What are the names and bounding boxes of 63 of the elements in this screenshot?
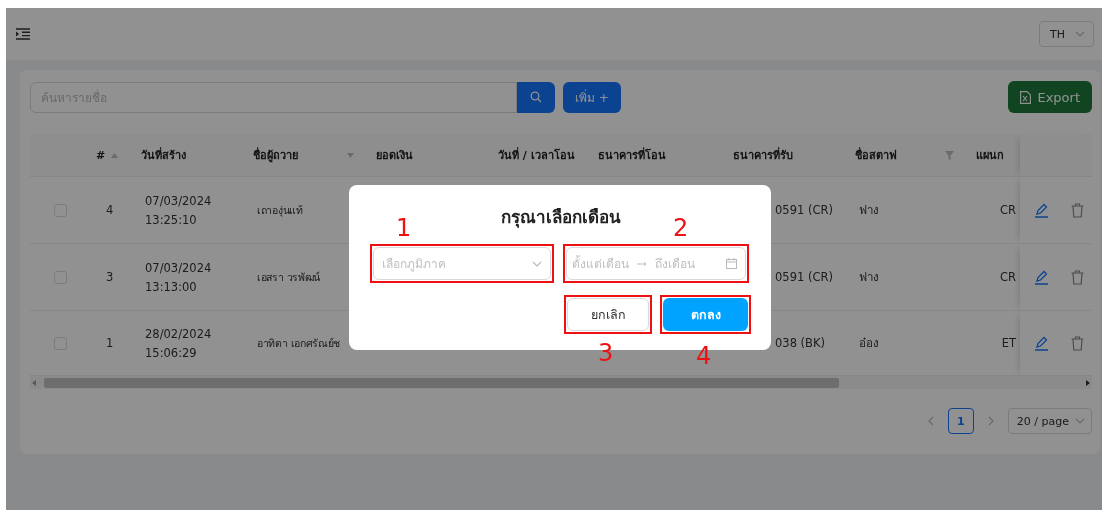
filter-icon[interactable] <box>945 150 954 160</box>
cancel-button[interactable]: ยกเลิก <box>567 298 649 331</box>
table-cell: 07/03/2024 13:13:00 <box>145 260 212 294</box>
next-page-icon[interactable] <box>987 416 994 426</box>
column-header: ธนาคารที่โอน <box>598 146 666 164</box>
table-cell-text: ฟาง <box>859 202 879 219</box>
language-select[interactable]: TH <box>1039 21 1094 47</box>
table-cell: 28/02/2024 15:06:29 <box>145 326 212 360</box>
table-cell: CR <box>999 203 1016 217</box>
ok-button[interactable]: ตกลง <box>663 298 748 331</box>
column-header: ชื่อผู้ถวาย <box>253 146 298 164</box>
edit-icon[interactable] <box>1034 269 1049 285</box>
annotation-number: 1 <box>396 216 412 240</box>
column-header: แผนก <box>976 148 1004 164</box>
table-cell-text: เอสรา วรพัฒน์ <box>257 269 321 285</box>
horizontal-scrollbar[interactable] <box>30 376 1092 389</box>
sort-descending-icon[interactable] <box>347 152 354 158</box>
scroll-right-icon[interactable] <box>1086 379 1090 386</box>
month-range-field[interactable]: ตั้งแต่เดือน ถึงเดือน <box>566 247 746 280</box>
column-header: วันที่ / เวลาโอน <box>498 146 575 164</box>
export-button[interactable]: Export <box>1008 81 1092 113</box>
menu-icon[interactable] <box>16 28 30 40</box>
edit-icon[interactable] <box>1034 335 1049 351</box>
page-size-select[interactable]: 20 / page <box>1007 408 1092 434</box>
search-icon <box>530 91 542 103</box>
add-button[interactable]: เพิ่ม + <box>563 81 621 113</box>
table-cell-text: เถาองุ่นแท้ <box>257 202 303 219</box>
previous-page-icon[interactable] <box>927 416 934 426</box>
caret-icon <box>1075 418 1085 424</box>
annotation-number: 4 <box>696 344 712 368</box>
table-cell-text: อ๋อง <box>859 335 879 352</box>
column-header: ยอดเงิน <box>376 148 413 164</box>
calendar-icon[interactable] <box>726 258 737 269</box>
dialog-title: กรุณาเลือกเดือน <box>500 206 621 230</box>
table-cell: 0591 (CR) <box>775 203 833 217</box>
scroll-left-icon[interactable] <box>32 379 36 386</box>
column-header: วันที่สร้าง <box>141 146 186 164</box>
caret-icon <box>1075 31 1085 37</box>
column-header: ธนาคารที่รับ <box>733 146 793 164</box>
page-button[interactable]: 1 <box>947 408 974 434</box>
spreadsheet-icon <box>1020 90 1032 104</box>
trash-icon[interactable] <box>1071 269 1084 285</box>
table-cell-text: อาทิตา เอกศรัณย์ช <box>257 335 341 351</box>
region-select[interactable]: เลือกภูมิภาค <box>373 247 551 280</box>
table-cell: 07/03/2024 13:25:10 <box>145 193 212 227</box>
table-cell: 1 <box>106 336 114 350</box>
table-cell: 4 <box>106 203 114 217</box>
trash-icon[interactable] <box>1071 335 1084 351</box>
table-cell: 038 (BK) <box>775 336 825 350</box>
edit-icon[interactable] <box>1034 202 1049 218</box>
search-button[interactable] <box>517 81 555 113</box>
table-cell: ET <box>1001 336 1016 350</box>
trash-icon[interactable] <box>1071 202 1084 218</box>
table-cell: 3 <box>106 270 114 284</box>
column-header: ชื่อสตาฟ <box>855 146 897 164</box>
table-cell-text: ฟาง <box>859 269 879 286</box>
table-cell: 0591 (CR) <box>775 270 833 284</box>
column-header: # <box>96 148 106 162</box>
table-cell: CR <box>999 270 1016 284</box>
annotation-number: 2 <box>673 216 689 240</box>
arrow-icon <box>637 260 647 267</box>
caret-icon <box>532 260 542 267</box>
sort-ascending-icon[interactable] <box>111 152 119 158</box>
